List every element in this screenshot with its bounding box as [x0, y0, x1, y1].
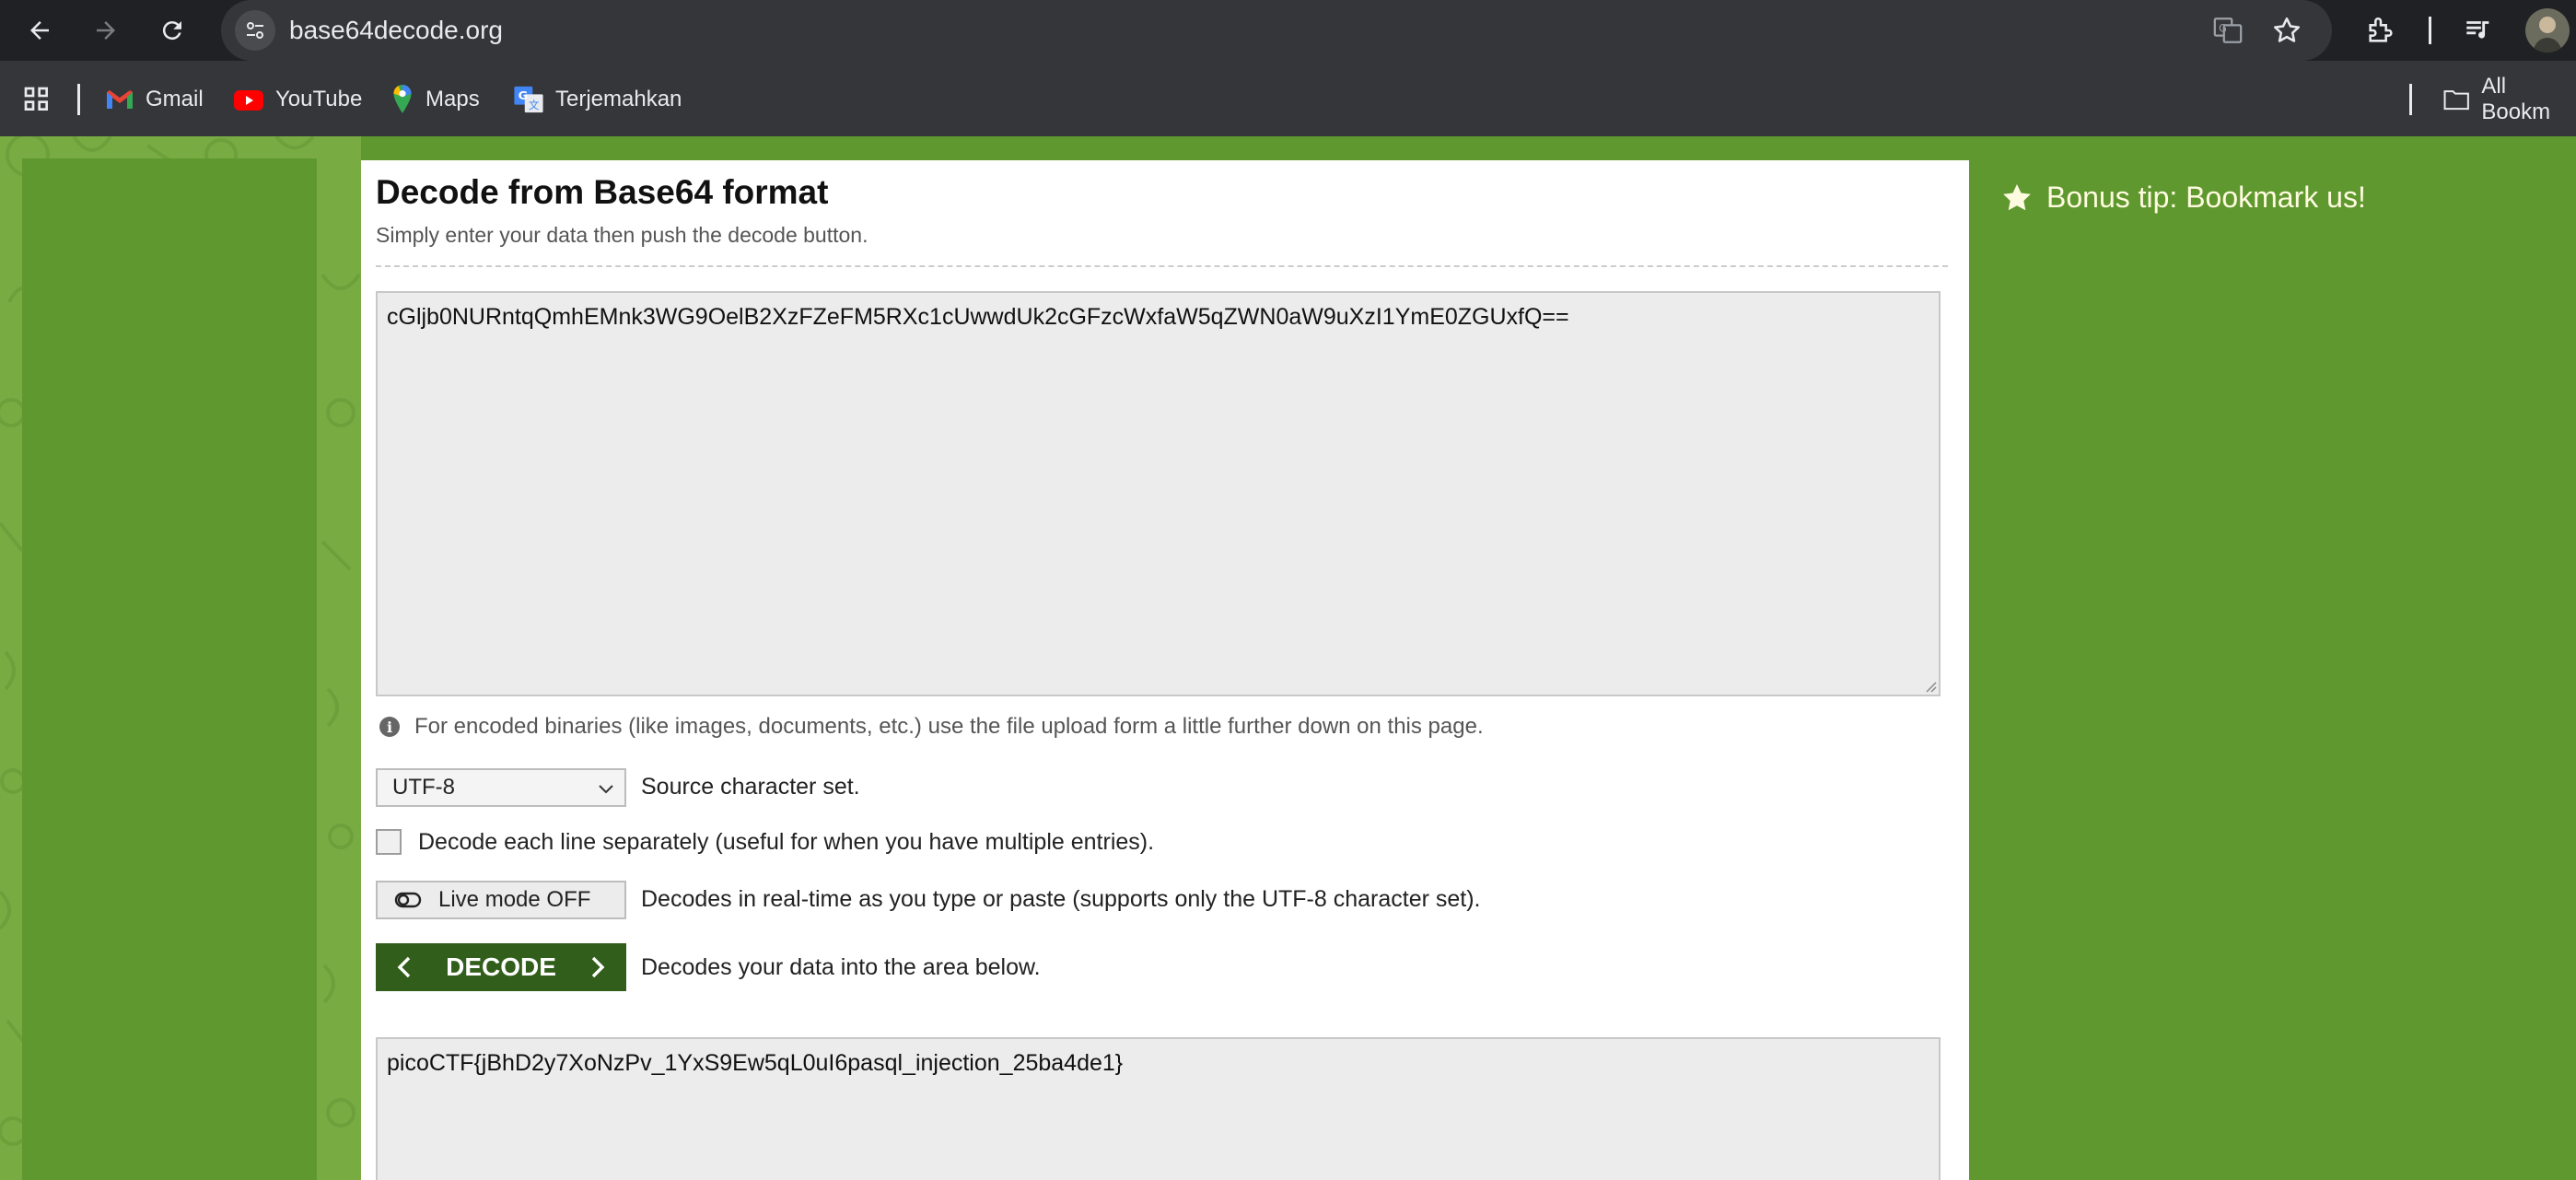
decode-button-label: DECODE — [446, 952, 556, 981]
charset-label: Source character set. — [641, 774, 860, 800]
bookmarks-divider — [77, 84, 80, 115]
url-text[interactable]: base64decode.org — [289, 16, 503, 45]
resize-handle-icon[interactable] — [1922, 678, 1937, 693]
decode-each-line-checkbox[interactable] — [376, 829, 402, 855]
decorative-left-panel — [0, 136, 361, 1180]
info-icon: i — [379, 717, 400, 737]
bookmark-gmail[interactable]: Gmail — [105, 81, 204, 118]
gmail-icon — [107, 90, 133, 109]
maps-icon — [393, 85, 412, 113]
left-sidebar-ad-area — [22, 158, 317, 1180]
bookmark-translate[interactable]: G文 Terjemahkan — [513, 81, 682, 118]
base64-input-textarea[interactable]: cGljb0NURntqQmhEMnk3WG9OelB2XzFZeFM5RXc1… — [376, 291, 1941, 696]
live-mode-description: Decodes in real-time as you type or past… — [641, 886, 1481, 912]
bookmark-label: Maps — [425, 87, 480, 111]
svg-text:G: G — [519, 89, 528, 103]
bookmarks-divider — [2409, 84, 2412, 115]
charset-selected-value: UTF-8 — [392, 775, 455, 800]
file-upload-info: i For encoded binaries (like images, doc… — [379, 713, 1484, 741]
decoded-output-textarea[interactable]: picoCTF{jBhD2y7XoNzPv_1YxS9Ew5qL0uI6pasq… — [376, 1037, 1941, 1180]
bonus-tip[interactable]: Bonus tip: Bookmark us! — [2000, 181, 2366, 215]
chevron-down-icon — [599, 785, 613, 794]
svg-text:文: 文 — [529, 99, 539, 111]
charset-select[interactable]: UTF-8 — [376, 768, 626, 807]
bookmarks-bar: Gmail YouTube Maps G文 Terjemahkan All Bo… — [0, 61, 2576, 136]
back-button[interactable] — [18, 9, 61, 52]
folder-icon — [2443, 90, 2469, 111]
reload-button[interactable] — [151, 9, 193, 52]
page-subtitle: Simply enter your data then push the dec… — [376, 223, 868, 247]
toggle-off-icon — [394, 892, 422, 908]
profile-avatar[interactable] — [2525, 8, 2570, 53]
chevron-left-icon — [397, 956, 411, 978]
decoder-card: Decode from Base64 format Simply enter y… — [361, 160, 1969, 1180]
all-bookmarks-label: All Bookm — [2481, 74, 2551, 124]
live-mode-label: Live mode OFF — [438, 887, 591, 912]
browser-toolbar: base64decode.org G — [0, 0, 2576, 61]
decode-button-description: Decodes your data into the area below. — [641, 954, 1041, 980]
reload-icon — [162, 21, 181, 41]
input-text: cGljb0NURntqQmhEMnk3WG9OelB2XzFZeFM5RXc1… — [387, 304, 1569, 330]
page-viewport: Decode from Base64 format Simply enter y… — [0, 136, 2576, 1180]
page-title: Decode from Base64 format — [376, 173, 829, 211]
output-text: picoCTF{jBhD2y7XoNzPv_1YxS9Ew5qL0uI6pasq… — [387, 1050, 1124, 1076]
youtube-icon — [234, 90, 263, 111]
bookmark-label: YouTube — [275, 87, 363, 111]
bookmark-star-icon[interactable] — [2269, 13, 2304, 48]
back-arrow-icon — [30, 21, 49, 40]
forward-button[interactable] — [85, 9, 127, 52]
extensions-icon[interactable] — [2363, 13, 2398, 48]
star-icon — [2003, 183, 2031, 210]
apps-grid-icon[interactable] — [22, 85, 52, 119]
address-bar[interactable] — [221, 0, 2332, 61]
chevron-right-icon — [591, 956, 605, 978]
translate-icon: G文 — [514, 86, 543, 113]
svg-text:G: G — [2219, 21, 2227, 34]
forward-arrow-icon — [97, 21, 115, 40]
live-mode-toggle-button[interactable]: Live mode OFF — [376, 881, 626, 919]
info-text: For encoded binaries (like images, docum… — [414, 714, 1484, 739]
media-controls-icon[interactable] — [2461, 13, 2496, 48]
decode-each-line-label[interactable]: Decode each line separately (useful for … — [418, 829, 1154, 856]
decode-button[interactable]: DECODE — [376, 943, 626, 991]
toolbar-divider — [2429, 17, 2431, 44]
bookmark-label: Gmail — [146, 87, 204, 111]
bookmark-maps[interactable]: Maps — [390, 81, 480, 118]
all-bookmarks-button[interactable]: All Bookm — [2442, 74, 2576, 124]
translate-page-icon[interactable]: G — [2210, 13, 2245, 48]
divider — [376, 265, 1948, 267]
site-info-icon[interactable] — [235, 10, 275, 51]
bonus-tip-text: Bonus tip: Bookmark us! — [2046, 181, 2366, 214]
bookmark-label: Terjemahkan — [555, 87, 682, 111]
bookmark-youtube[interactable]: YouTube — [233, 81, 362, 118]
